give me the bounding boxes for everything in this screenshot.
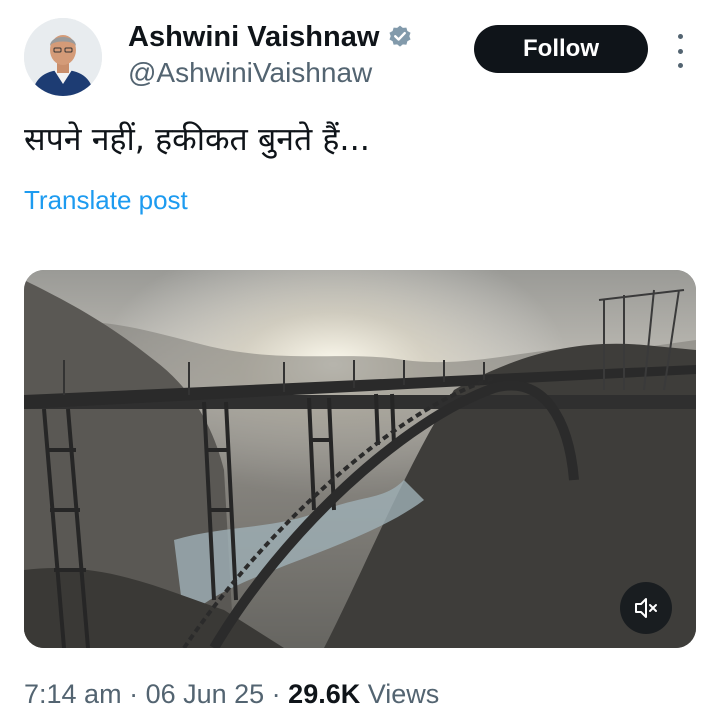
views-count[interactable]: 29.6K — [288, 679, 360, 709]
more-dot — [677, 34, 683, 39]
volume-muted-icon[interactable] — [620, 582, 672, 634]
views-label: Views — [360, 679, 440, 709]
post-time[interactable]: 7:14 am — [24, 679, 122, 709]
post-date[interactable]: 06 Jun 25 — [146, 679, 265, 709]
verified-badge-icon[interactable] — [387, 24, 413, 50]
author-name[interactable]: Ashwini Vaishnaw — [128, 20, 379, 54]
author-name-row: Ashwini Vaishnaw — [128, 20, 413, 54]
post-meta: 7:14 am · 06 Jun 25 · 29.6K Views — [24, 675, 439, 713]
more-dot — [677, 63, 683, 68]
post-video[interactable] — [24, 270, 696, 648]
follow-button[interactable]: Follow — [474, 25, 648, 73]
more-vertical-icon[interactable] — [668, 34, 692, 68]
more-dot — [677, 48, 683, 54]
post-text: सपने नहीं, हकीकत बुनते हैं... — [24, 120, 370, 158]
avatar[interactable] — [24, 18, 102, 96]
meta-separator: · — [121, 679, 146, 709]
meta-separator: · — [264, 679, 289, 709]
author-handle[interactable]: @AshwiniVaishnaw — [128, 56, 372, 90]
translate-post-link[interactable]: Translate post — [24, 182, 188, 218]
